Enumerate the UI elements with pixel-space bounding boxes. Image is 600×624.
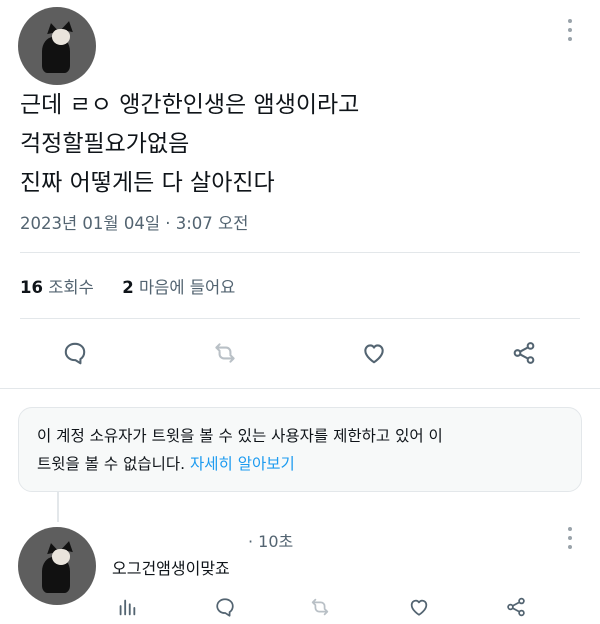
like-icon[interactable] — [359, 338, 389, 368]
reply-time[interactable]: · 10초 — [248, 528, 293, 552]
reply-icon[interactable] — [60, 338, 90, 368]
more-options-icon[interactable] — [566, 19, 574, 41]
views-label[interactable]: 조회수 — [48, 278, 94, 297]
tweet-timestamp[interactable]: 2023년 01월 04일 · 3:07 오전 — [20, 210, 248, 234]
learn-more-link[interactable]: 자세히 알아보기 — [190, 455, 295, 473]
views-count[interactable]: 16 — [20, 278, 43, 297]
divider — [0, 388, 600, 389]
tweet-line: 걱정할필요가없음 — [20, 131, 190, 157]
restricted-tweet-notice: 이 계정 소유자가 트윗을 볼 수 있는 사용자를 제한하고 있어 이 트윗을 … — [18, 407, 582, 492]
tweet-text: 근데 ㄹㅇ 앵간한인생은 앰생이라고 걱정할필요가없음 진짜 어떻게든 다 살아… — [20, 86, 580, 203]
likes-label[interactable]: 마음에 들어요 — [139, 278, 235, 297]
likes-count[interactable]: 2 — [122, 278, 133, 297]
reply-icon[interactable] — [210, 592, 240, 622]
divider — [20, 318, 580, 319]
like-icon[interactable] — [404, 592, 434, 622]
retweet-icon[interactable] — [210, 338, 240, 368]
notice-line: 트윗을 볼 수 없습니다. — [37, 455, 186, 473]
tweet-stats: 16 조회수 2 마음에 들어요 — [20, 274, 235, 298]
reply-text: 오그건앰생이맞죠 — [112, 559, 230, 578]
share-icon[interactable] — [501, 592, 531, 622]
tweet-line: 진짜 어떻게든 다 살아진다 — [20, 170, 275, 196]
divider — [20, 252, 580, 253]
author-avatar[interactable] — [18, 7, 96, 85]
reply-author-avatar[interactable] — [18, 527, 96, 605]
notice-line: 이 계정 소유자가 트윗을 볼 수 있는 사용자를 제한하고 있어 이 — [37, 427, 443, 445]
share-icon[interactable] — [509, 338, 539, 368]
analytics-icon[interactable] — [112, 592, 142, 622]
tweet-line: 근데 ㄹㅇ 앵간한인생은 앰생이라고 — [20, 92, 360, 118]
reply-more-options-icon[interactable] — [566, 527, 574, 549]
retweet-icon[interactable] — [305, 592, 335, 622]
thread-line — [57, 492, 59, 522]
